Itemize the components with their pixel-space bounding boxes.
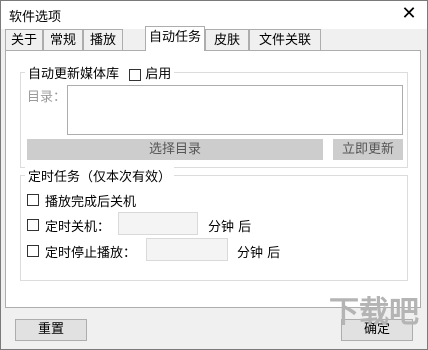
tab-auto-tasks[interactable]: 自动任务 — [145, 26, 205, 51]
timed-shutdown-unit: 分钟 后 — [208, 220, 252, 235]
directory-label: 目录： — [27, 90, 67, 105]
shutdown-after-play-label: 播放完成后关机 — [45, 195, 137, 210]
tab-skin[interactable]: 皮肤 — [205, 29, 249, 50]
timed-shutdown-checkbox[interactable] — [27, 219, 39, 231]
reset-button[interactable]: 重置 — [15, 319, 87, 341]
directory-field[interactable] — [67, 85, 403, 135]
tab-file-assoc[interactable]: 文件关联 — [249, 29, 321, 50]
enable-label: 启用 — [145, 67, 172, 82]
auto-update-group: 自动更新媒体库 启用 目录： 选择目录 立即更新 — [20, 63, 408, 168]
tab-playback[interactable]: 播放 — [83, 29, 123, 50]
window-title: 软件选项 — [9, 10, 62, 25]
tab-general[interactable]: 常规 — [43, 29, 83, 50]
auto-update-title: 自动更新媒体库 — [28, 67, 120, 82]
timed-stop-label: 定时停止播放： — [45, 246, 137, 261]
close-icon[interactable]: ✕ — [397, 3, 421, 25]
enable-checkbox[interactable] — [129, 68, 142, 81]
watermark-logo: 下载吧 — [329, 295, 419, 330]
timed-stop-input[interactable] — [146, 238, 228, 261]
tab-panel: 自动更新媒体库 启用 目录： 选择目录 立即更新 定时任务（仅本次有效） 播放完… — [5, 50, 421, 308]
select-directory-button[interactable]: 选择目录 — [27, 139, 323, 160]
timed-shutdown-input[interactable] — [118, 212, 198, 235]
scheduled-tasks-group: 定时任务（仅本次有效） 播放完成后关机 定时关机： 分钟 后 定时停止播放： 分… — [20, 166, 408, 281]
auto-update-legend: 自动更新媒体库 启用 — [25, 63, 175, 82]
options-dialog: 软件选项 ✕ 关于 常规 播放 自动任务 皮肤 文件关联 自动更新媒体库 启用 … — [0, 0, 428, 350]
shutdown-after-play-checkbox[interactable] — [27, 194, 39, 206]
title-bar: 软件选项 ✕ — [1, 1, 427, 29]
scheduled-legend: 定时任务（仅本次有效） — [25, 166, 175, 185]
timed-shutdown-label: 定时关机： — [45, 220, 111, 235]
timed-stop-checkbox[interactable] — [27, 245, 39, 257]
timed-stop-unit: 分钟 后 — [237, 246, 281, 261]
update-now-button[interactable]: 立即更新 — [333, 139, 403, 160]
tab-about[interactable]: 关于 — [5, 29, 43, 50]
